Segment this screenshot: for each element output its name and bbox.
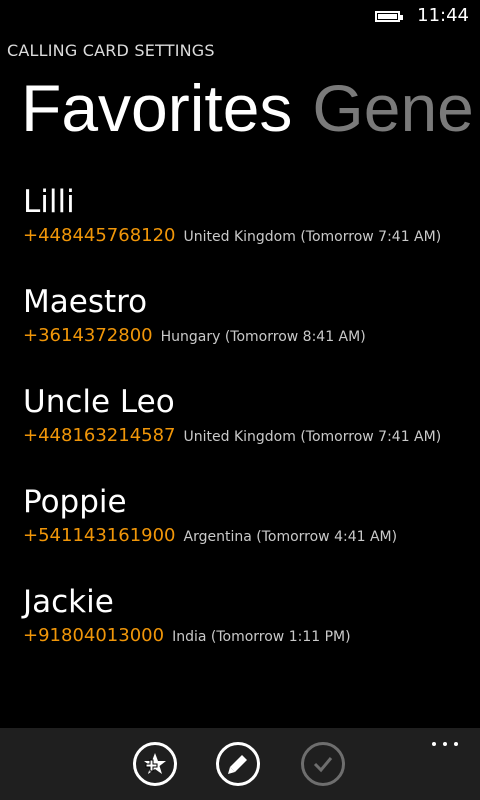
app-bar [0, 728, 480, 800]
contact-name: Poppie [23, 484, 127, 520]
phone-number: +541143161900 [23, 525, 176, 546]
contact-name: Jackie [23, 584, 114, 620]
pivot-header: Favorites Gene [21, 70, 474, 146]
location-time: United Kingdom (Tomorrow 7:41 AM) [183, 229, 442, 245]
list-item[interactable]: Poppie +541143161900 Argentina (Tomorrow … [23, 480, 480, 580]
battery-icon [375, 11, 403, 22]
confirm-button[interactable] [301, 742, 345, 786]
list-item[interactable]: Maestro +3614372800 Hungary (Tomorrow 8:4… [23, 280, 480, 380]
edit-button[interactable] [216, 742, 260, 786]
ellipsis-icon [443, 742, 447, 746]
status-bar: 11:44 [0, 0, 480, 32]
ellipsis-icon [432, 742, 436, 746]
ellipsis-icon [454, 742, 458, 746]
contact-name: Maestro [23, 284, 148, 320]
phone-number: +448163214587 [23, 425, 176, 446]
more-options-button[interactable] [432, 738, 458, 750]
add-favorite-button[interactable] [133, 742, 177, 786]
phone-number: +448445768120 [23, 225, 176, 246]
location-time: Hungary (Tomorrow 8:41 AM) [160, 329, 366, 345]
app-title: CALLING CARD SETTINGS [7, 41, 215, 60]
favorites-list: Lilli +448445768120 United Kingdom (Tomor… [23, 180, 480, 680]
list-item[interactable]: Uncle Leo +448163214587 United Kingdom (T… [23, 380, 480, 480]
location-time: Argentina (Tomorrow 4:41 AM) [183, 529, 398, 545]
contact-name: Lilli [23, 184, 75, 220]
clock: 11:44 [417, 5, 469, 26]
list-item[interactable]: Jackie +91804013000 India (Tomorrow 1:11 … [23, 580, 480, 680]
phone-number: +3614372800 [23, 325, 153, 346]
pivot-item-favorites[interactable]: Favorites [21, 71, 292, 145]
contact-name: Uncle Leo [23, 384, 175, 420]
location-time: United Kingdom (Tomorrow 7:41 AM) [183, 429, 442, 445]
phone-number: +91804013000 [23, 625, 165, 646]
edit-icon [228, 755, 247, 774]
add-favorite-icon [144, 753, 166, 774]
list-item[interactable]: Lilli +448445768120 United Kingdom (Tomor… [23, 180, 480, 280]
pivot-item-general[interactable]: Gene [312, 71, 473, 145]
location-time: India (Tomorrow 1:11 PM) [172, 629, 351, 645]
checkmark-icon [313, 757, 333, 773]
